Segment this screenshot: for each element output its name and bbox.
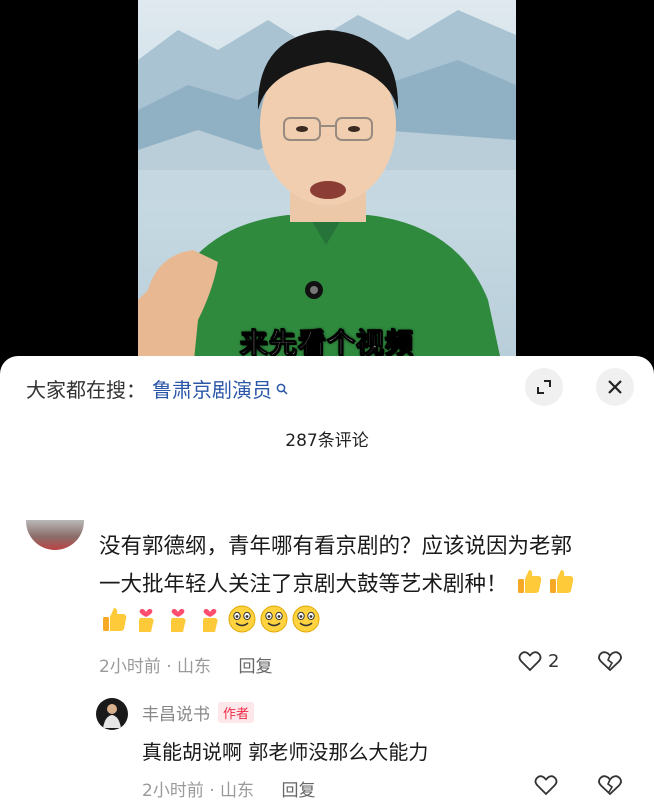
reply-location: 山东 [220, 781, 255, 801]
author-avatar[interactable] [96, 698, 128, 730]
dislike-button[interactable] [597, 650, 623, 672]
search-term-link[interactable]: 鲁肃京剧演员 [152, 374, 272, 403]
comment-location: 山东 [177, 657, 212, 677]
comment-line-2-text: 一大批年轻人关注了京剧大鼓等艺术剧种！ [99, 572, 508, 597]
close-button[interactable] [596, 368, 634, 406]
expand-icon [537, 380, 551, 394]
smile-emoji-icon [292, 605, 320, 633]
avatar[interactable] [26, 520, 84, 550]
comment-line-3 [99, 604, 629, 642]
comment-body[interactable]: 没有郭德纲，青年哪有看京剧的？应该说因为老郭 一大批年轻人关注了京剧大鼓等艺术剧… [99, 528, 629, 642]
smile-emoji-icon [228, 605, 256, 633]
finger-heart-emoji-icon [171, 608, 186, 632]
like-button[interactable]: 2 [518, 650, 559, 672]
comment-meta: 2小时前 · 山东 回复 [99, 657, 273, 677]
comments-panel: 大家都在搜： 鲁肃京剧演员 287条评论 没有郭德纲，青年哪有看京剧的？应该说因… [0, 356, 654, 804]
broken-heart-icon [598, 775, 622, 796]
finger-heart-emoji-icon [139, 608, 154, 632]
thumbs-up-emoji-icon [103, 608, 127, 631]
like-count: 2 [548, 650, 560, 672]
reply-like-button[interactable] [534, 774, 558, 796]
reply-body[interactable]: 真能胡说啊 郭老师没那么大能力 [142, 736, 428, 765]
smile-emoji-icon [260, 605, 288, 633]
comment-time: 2小时前 [99, 657, 161, 677]
search-suggestion[interactable]: 大家都在搜： 鲁肃京剧演员 [26, 374, 288, 403]
reply-reply-button[interactable]: 回复 [281, 781, 315, 801]
comment-line-1: 没有郭德纲，青年哪有看京剧的？应该说因为老郭 [99, 534, 573, 559]
broken-heart-icon [598, 651, 622, 672]
search-prefix: 大家都在搜： [26, 378, 146, 402]
reply-dislike-button[interactable] [597, 774, 623, 796]
comment-line-2: 一大批年轻人关注了京剧大鼓等艺术剧种！ [99, 566, 629, 604]
thumbs-up-emoji-icon [518, 570, 542, 593]
author-badge: 作者 [218, 702, 255, 723]
heart-icon [518, 651, 542, 672]
reply-time: 2小时前 [142, 781, 204, 801]
video-frame [138, 0, 516, 370]
reply-author-name[interactable]: 丰昌说书 [142, 700, 210, 725]
comment-count: 287条评论 [285, 431, 369, 451]
reply-button[interactable]: 回复 [238, 657, 272, 677]
reply-author-row: 丰昌说书 作者 [142, 700, 255, 725]
thumbs-up-emoji-icon [550, 570, 574, 593]
close-icon [608, 380, 622, 394]
search-icon [276, 383, 288, 395]
expand-button[interactable] [525, 368, 563, 406]
video-player[interactable]: 来先看个视频 [0, 0, 654, 370]
finger-heart-emoji-icon [203, 608, 218, 632]
heart-icon [534, 775, 558, 796]
reply-meta: 2小时前 · 山东 回复 [142, 781, 316, 801]
